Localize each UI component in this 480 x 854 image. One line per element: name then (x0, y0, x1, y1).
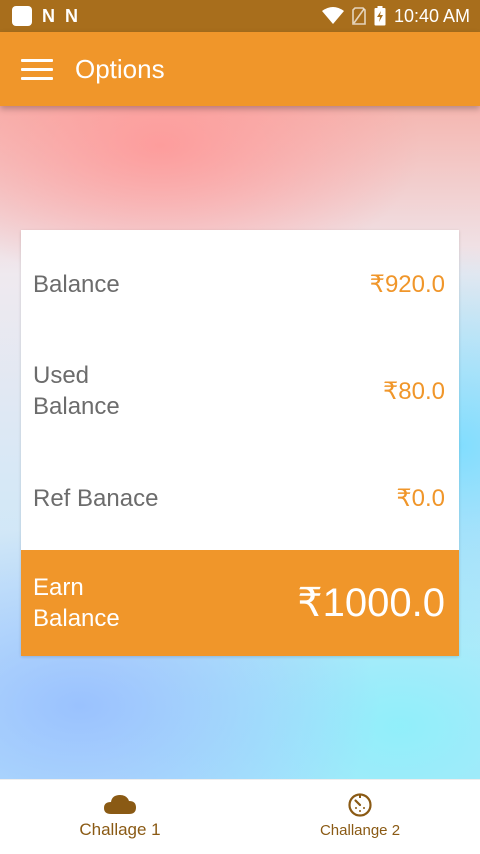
used-balance-value: ₹80.0 (383, 377, 445, 405)
timer-icon (348, 793, 372, 817)
earn-balance-label-line2: Balance (33, 605, 120, 632)
status-right-icons: 10:40 AM (321, 6, 470, 26)
ref-balance-label: Ref Banace (33, 484, 159, 512)
nav-label-challenge-2: Challange 2 (319, 822, 401, 839)
balance-card: Balance ₹920.0 Used Balance ₹80.0 Ref Ba… (21, 230, 459, 656)
app-square-icon (12, 6, 32, 26)
sim-icon (352, 7, 366, 25)
earn-balance-value: ₹1000.0 (297, 581, 445, 625)
wifi-icon (321, 7, 344, 24)
used-balance-label-line2: Balance (33, 393, 120, 420)
battery-charging-icon (374, 6, 386, 26)
earn-balance-row: Earn Balance ₹1000.0 (21, 550, 459, 656)
status-time: 10:40 AM (393, 6, 470, 26)
earn-balance-label: Earn Balance (33, 572, 120, 634)
nav-item-challenge-1[interactable]: Challage 1 (0, 780, 240, 854)
balance-row: Balance ₹920.0 (21, 254, 459, 314)
balance-value: ₹920.0 (369, 270, 445, 298)
app-bar: Options (0, 32, 480, 106)
nav-label-challenge-1: Challage 1 (79, 820, 161, 839)
ref-balance-value: ₹0.0 (396, 484, 445, 512)
used-balance-label: Used Balance (33, 360, 120, 422)
used-balance-label-line1: Used (33, 362, 90, 389)
status-left-icons: N N (12, 6, 78, 26)
hamburger-menu-icon[interactable] (21, 57, 53, 81)
bottom-navigation: Challage 1 Challange 2 (0, 779, 480, 854)
earn-balance-label-line1: Earn (33, 574, 84, 601)
n-icon: N (65, 6, 78, 26)
status-bar: N N 10:40 AM (0, 0, 480, 32)
n-icon: N (42, 6, 55, 26)
balance-label: Balance (33, 270, 120, 298)
page-title: Options (75, 53, 165, 84)
nav-item-challenge-2[interactable]: Challange 2 (240, 780, 480, 854)
used-balance-row: Used Balance ₹80.0 (21, 360, 459, 422)
ref-balance-row: Ref Banace ₹0.0 (21, 468, 459, 528)
cloud-icon (104, 795, 136, 814)
